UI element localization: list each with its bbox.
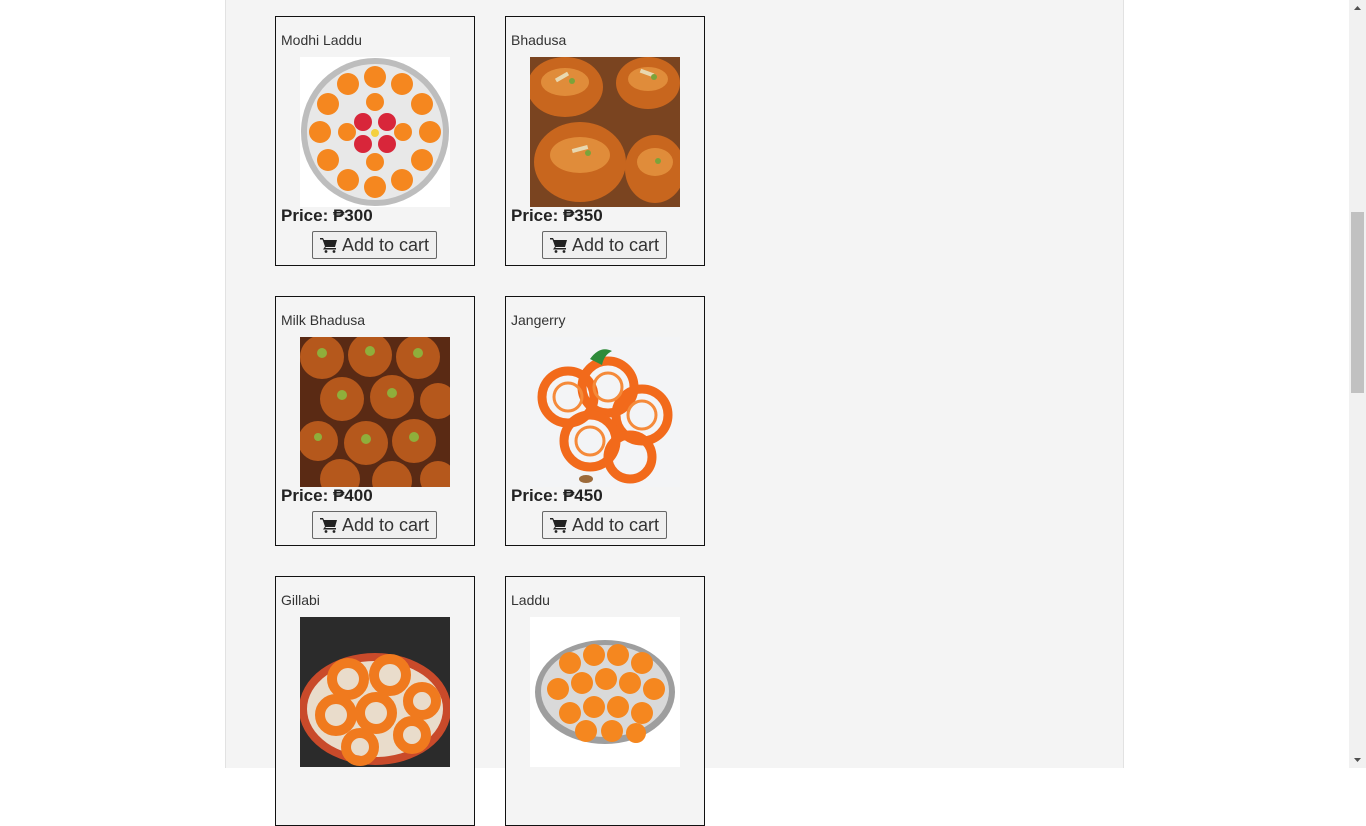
add-to-cart-label: Add to cart [571, 514, 660, 535]
add-to-cart-button[interactable]: Add to cart [542, 231, 667, 259]
jangerry-image [530, 337, 680, 487]
modhi-laddu-image [300, 57, 450, 207]
shopping-cart-icon [319, 237, 338, 253]
add-to-cart-button[interactable]: Add to cart [312, 231, 437, 259]
shopping-cart-icon [549, 237, 568, 253]
product-name: Jangerry [511, 312, 566, 328]
add-to-cart-button[interactable]: Add to cart [312, 511, 437, 539]
shopping-cart-icon [319, 517, 338, 533]
add-to-cart-label: Add to cart [341, 514, 430, 535]
scroll-up-arrow-icon[interactable] [1349, 0, 1366, 17]
product-card: Modhi Laddu Price: ₱300 Add to cart [275, 16, 475, 266]
vertical-scrollbar[interactable] [1349, 0, 1366, 768]
product-card: Gillabi [275, 576, 475, 826]
product-price: Price: ₱350 [511, 206, 603, 225]
product-name: Laddu [511, 592, 550, 608]
product-card: Milk Bhadusa Price: ₱400 Add to cart [275, 296, 475, 546]
scroll-down-arrow-icon[interactable] [1349, 751, 1366, 768]
product-grid-area: Modhi Laddu Price: ₱300 Add to cart Bhad… [225, 0, 1124, 826]
gillabi-image [300, 617, 450, 767]
product-price: Price: ₱450 [511, 486, 603, 505]
add-to-cart-label: Add to cart [341, 234, 430, 255]
product-price: Price: ₱400 [281, 486, 373, 505]
product-card: Jangerry Price: ₱450 Add to cart [505, 296, 705, 546]
product-price: Price: ₱300 [281, 206, 373, 225]
bhadusa-image [530, 57, 680, 207]
add-to-cart-button[interactable]: Add to cart [542, 511, 667, 539]
product-name: Bhadusa [511, 32, 567, 48]
scrollbar-thumb[interactable] [1351, 212, 1364, 393]
shopping-cart-icon [549, 517, 568, 533]
laddu-image [530, 617, 680, 767]
product-card: Laddu [505, 576, 705, 826]
product-name: Modhi Laddu [281, 32, 362, 48]
add-to-cart-label: Add to cart [571, 234, 660, 255]
product-name: Milk Bhadusa [281, 312, 366, 328]
product-name: Gillabi [281, 592, 320, 608]
product-card: Bhadusa Price: ₱350 Add to cart [505, 16, 705, 266]
milk-bhadusa-image [300, 337, 450, 487]
